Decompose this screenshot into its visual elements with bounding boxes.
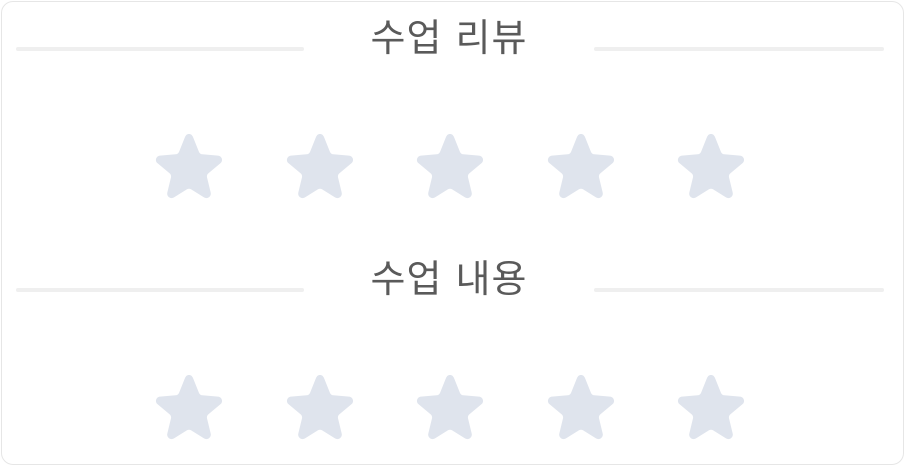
star-icon [286, 375, 354, 440]
rating-star-2[interactable] [282, 130, 358, 202]
star-rating [151, 371, 751, 443]
section-header: 수업 리뷰 [2, 14, 903, 62]
section-title: 수업 리뷰 [370, 16, 528, 60]
divider-left [16, 47, 304, 51]
star-icon [547, 375, 615, 440]
rating-star-3[interactable] [412, 371, 488, 443]
section-title: 수업 내용 [370, 257, 528, 301]
star-icon [286, 134, 354, 199]
rating-star-5[interactable] [673, 371, 749, 443]
star-icon [416, 375, 484, 440]
divider-right [594, 47, 884, 51]
rating-star-1[interactable] [151, 130, 227, 202]
rating-star-3[interactable] [412, 130, 488, 202]
rating-star-5[interactable] [673, 130, 749, 202]
rating-card: 수업 리뷰 수업 내용 [1, 1, 904, 465]
star-icon [677, 134, 745, 199]
divider-right [594, 288, 884, 292]
rating-star-4[interactable] [543, 371, 619, 443]
star-rating [151, 130, 751, 202]
rating-star-4[interactable] [543, 130, 619, 202]
star-icon [677, 375, 745, 440]
star-icon [547, 134, 615, 199]
divider-left [16, 288, 304, 292]
review-rating-section: 수업 리뷰 [2, 2, 903, 222]
content-rating-section: 수업 내용 [2, 243, 903, 463]
star-icon [155, 375, 223, 440]
section-header: 수업 내용 [2, 255, 903, 303]
rating-star-1[interactable] [151, 371, 227, 443]
rating-star-2[interactable] [282, 371, 358, 443]
star-icon [416, 134, 484, 199]
star-icon [155, 134, 223, 199]
